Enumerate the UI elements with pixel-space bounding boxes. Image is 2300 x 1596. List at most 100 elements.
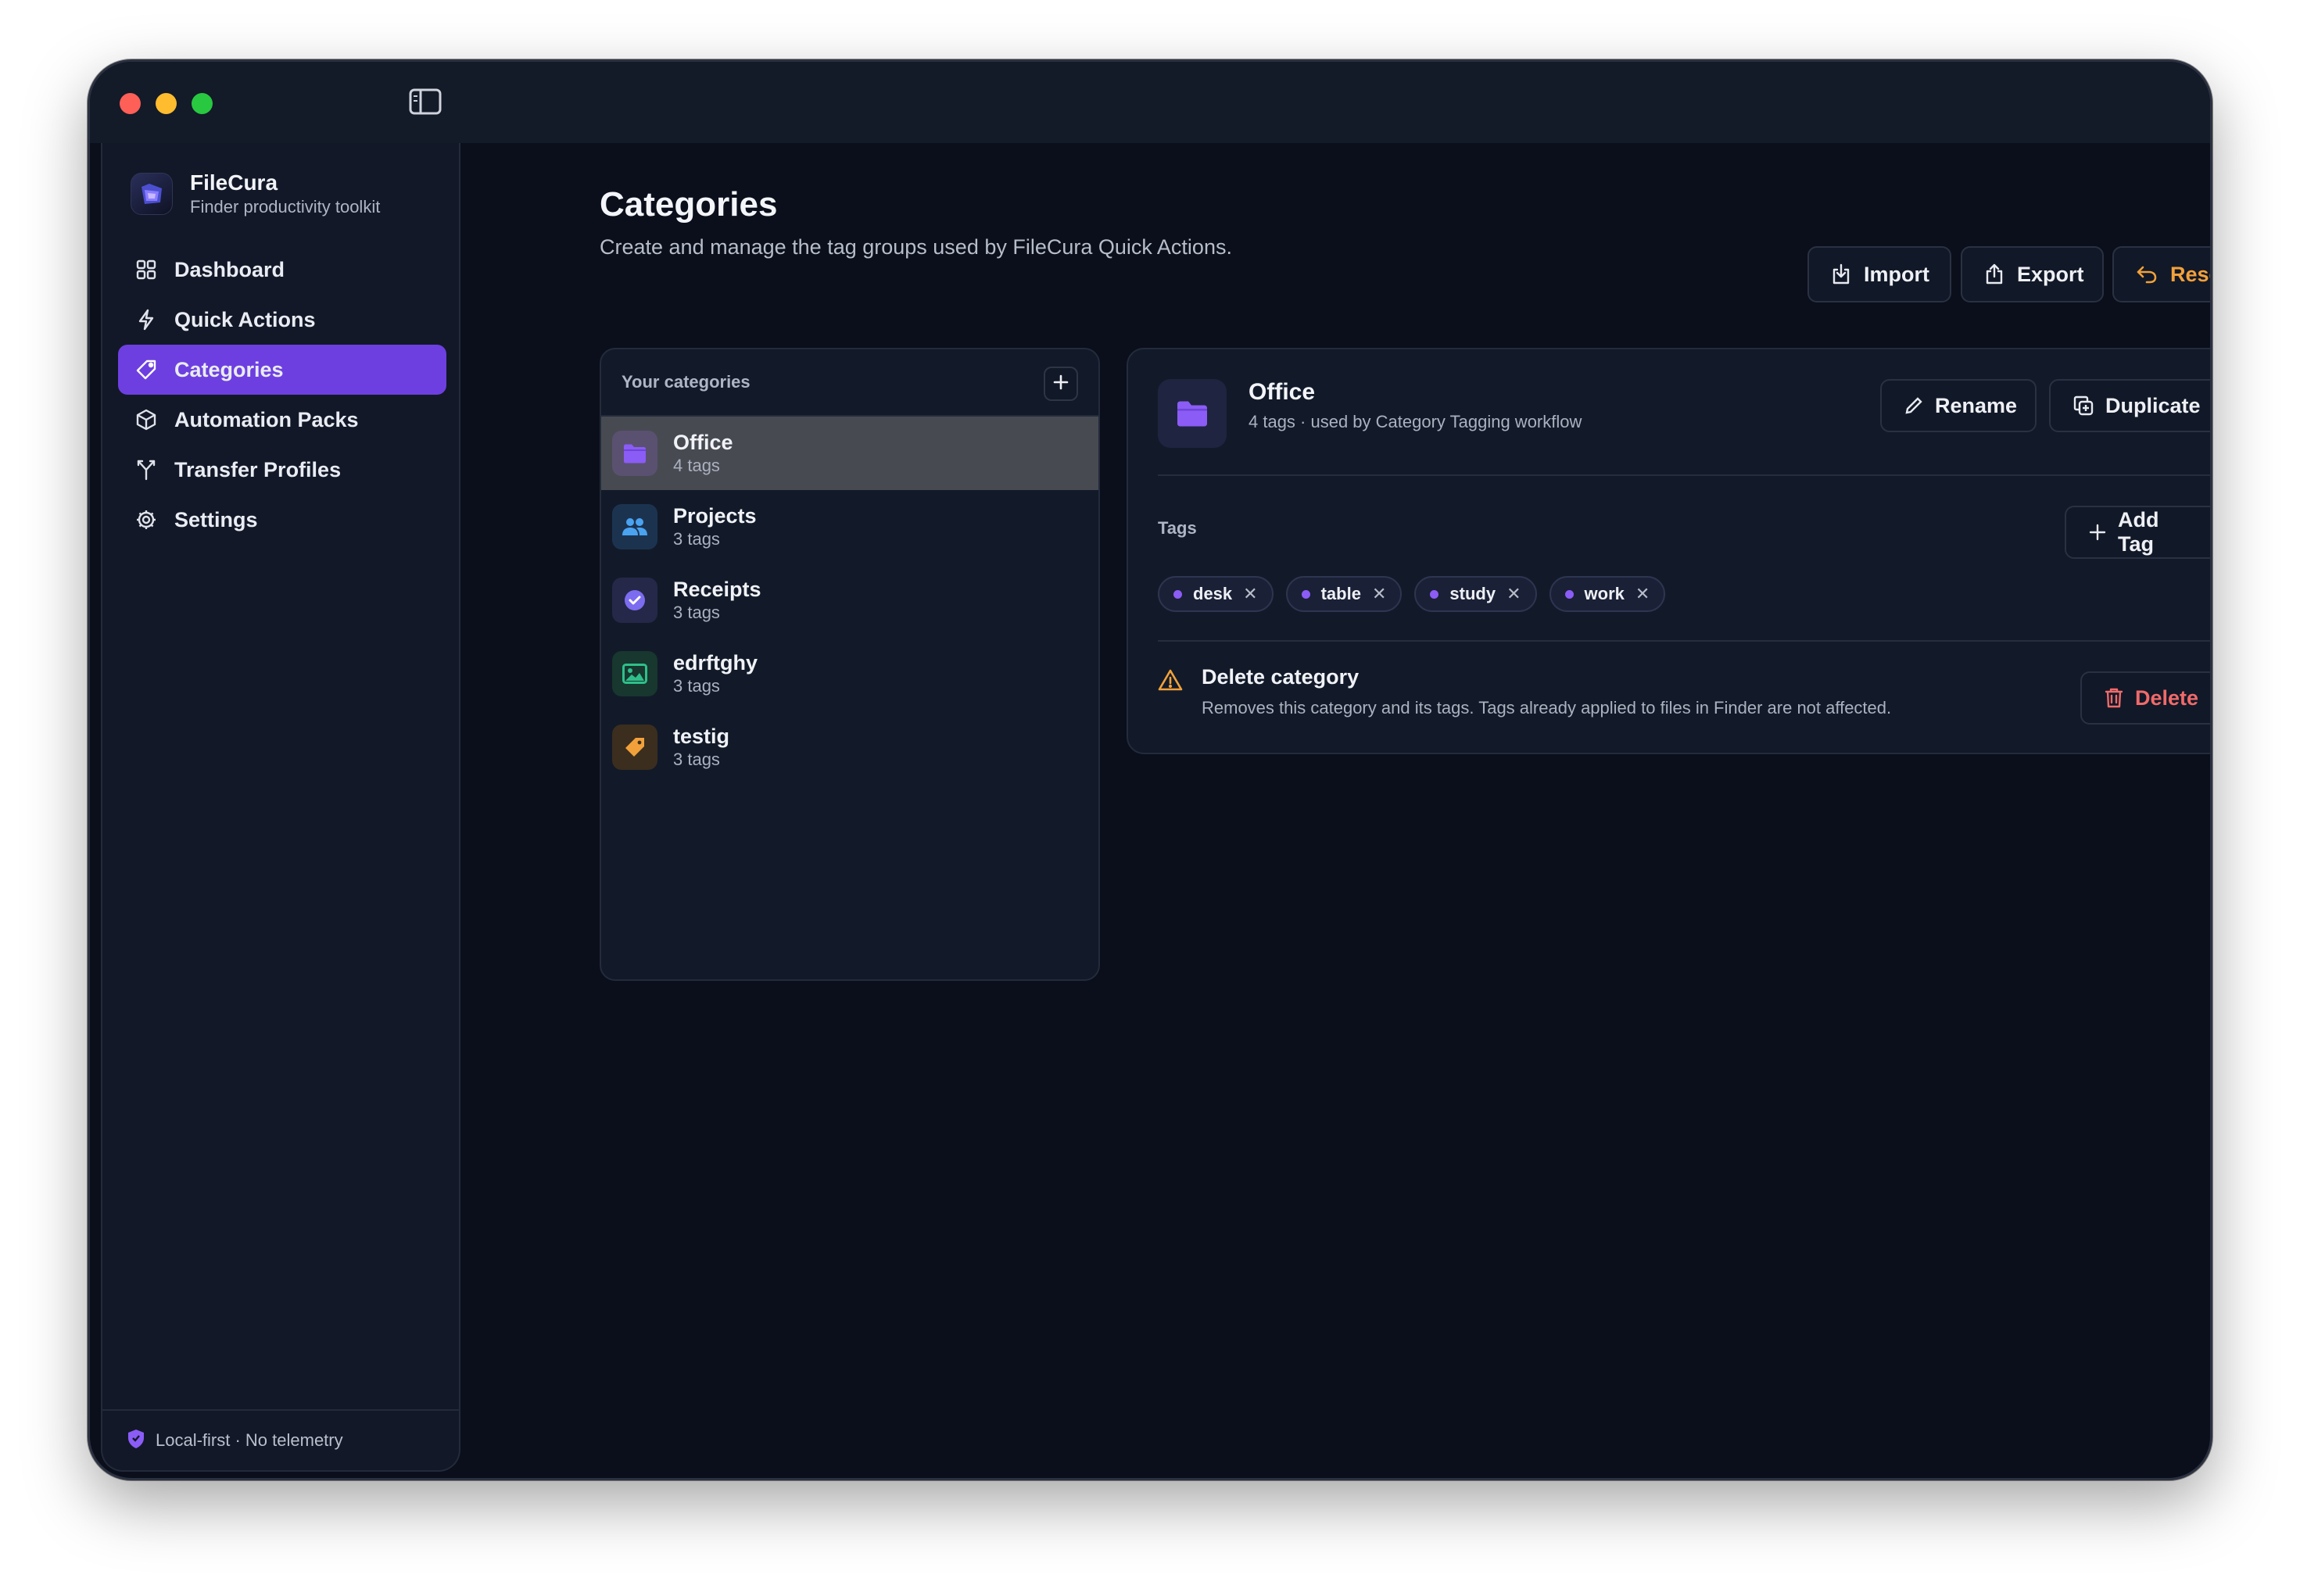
remove-tag-icon[interactable]: ✕ xyxy=(1243,585,1257,603)
tag-chip[interactable]: table ✕ xyxy=(1285,576,1403,612)
tag-icon xyxy=(135,359,157,381)
detail-category-meta: 4 tags · used by Category Tagging workfl… xyxy=(1249,412,1582,431)
export-button[interactable]: Export xyxy=(1961,246,2104,302)
duplicate-label: Duplicate xyxy=(2105,393,2201,417)
add-tag-label: Add Tag xyxy=(2118,508,2159,556)
categories-panel-title: Your categories xyxy=(622,372,751,392)
sidebar-item-transfer-profiles[interactable]: Transfer Profiles xyxy=(118,445,446,495)
minimize-window-button[interactable] xyxy=(156,93,177,114)
add-tag-button[interactable]: Add Tag xyxy=(2065,506,2210,559)
app-window: FileCura Finder productivity toolkit Das… xyxy=(88,59,2212,1480)
category-count: 3 tags xyxy=(673,750,720,769)
category-detail-panel: Office 4 tags · used by Category Tagging… xyxy=(1127,348,2210,754)
sidebar-item-dashboard[interactable]: Dashboard xyxy=(118,245,446,295)
main-content: Categories Create and manage the tag gro… xyxy=(462,143,2210,1478)
reset-button[interactable]: Reset xyxy=(2112,246,2210,302)
remove-tag-icon[interactable]: ✕ xyxy=(1372,585,1386,603)
sidebar-toggle-icon[interactable] xyxy=(409,88,442,115)
tag-chip[interactable]: work ✕ xyxy=(1549,576,1666,612)
sidebar-item-quick-actions[interactable]: Quick Actions xyxy=(118,295,446,345)
sidebar-item-label: Transfer Profiles xyxy=(174,457,342,481)
remove-tag-icon[interactable]: ✕ xyxy=(1506,585,1521,603)
category-row-edrftghy[interactable]: edrftghy 3 tags xyxy=(601,637,1098,710)
category-count: 3 tags xyxy=(673,529,720,549)
brand: FileCura Finder productivity toolkit xyxy=(131,166,380,221)
trash-icon xyxy=(2104,687,2124,709)
categories-panel: Your categories Office 4 tags Projects 3… xyxy=(600,348,1100,981)
sidebar-item-automation-packs[interactable]: Automation Packs xyxy=(118,395,446,445)
category-row-testig[interactable]: testig 3 tags xyxy=(601,710,1098,784)
check-badge-icon xyxy=(612,578,657,623)
folder-icon xyxy=(612,431,657,476)
divider xyxy=(1158,474,2210,476)
category-name: testig xyxy=(673,725,730,748)
shield-icon xyxy=(127,1429,145,1453)
zoom-window-button[interactable] xyxy=(192,93,213,114)
folder-icon xyxy=(1158,379,1227,448)
category-count: 3 tags xyxy=(673,676,720,696)
delete-category-title: Delete category xyxy=(1202,665,1360,689)
tag-label: study xyxy=(1449,584,1496,603)
sidebar-item-label: Automation Packs xyxy=(174,407,359,431)
sidebar-nav: Dashboard Quick Actions Categories Autom… xyxy=(118,245,446,545)
cube-icon xyxy=(135,409,157,431)
grid-icon xyxy=(135,259,157,281)
tags-section-label: Tags xyxy=(1158,518,1197,538)
category-row-projects[interactable]: Projects 3 tags xyxy=(601,490,1098,564)
tag-chip[interactable]: desk ✕ xyxy=(1158,576,1274,612)
sidebar-footer: Local-first · No telemetry xyxy=(102,1409,459,1470)
plus-icon xyxy=(1052,370,1069,397)
delete-label: Delete xyxy=(2135,685,2199,710)
copy-icon xyxy=(2073,395,2094,417)
app-subtitle: Finder productivity toolkit xyxy=(190,197,381,216)
reset-label: Reset xyxy=(2170,262,2210,286)
bolt-icon xyxy=(135,309,157,331)
sidebar-item-categories[interactable]: Categories xyxy=(118,345,446,395)
add-category-button[interactable] xyxy=(1044,367,1078,401)
delete-button[interactable]: Delete xyxy=(2080,671,2210,725)
tag-dot xyxy=(1301,589,1310,599)
categories-panel-header: Your categories xyxy=(601,349,1098,417)
pencil-icon xyxy=(1904,395,1924,416)
sidebar: FileCura Finder productivity toolkit Das… xyxy=(101,143,460,1472)
tag-list: desk ✕ table ✕ study ✕ work ✕ xyxy=(1158,576,1678,612)
title-bar xyxy=(90,62,2210,143)
tag-label: table xyxy=(1320,584,1361,603)
close-window-button[interactable] xyxy=(120,93,141,114)
rename-label: Rename xyxy=(1935,393,2018,417)
category-name: Projects xyxy=(673,504,757,528)
page-subtitle: Create and manage the tag groups used by… xyxy=(600,235,1232,259)
rename-button[interactable]: Rename xyxy=(1880,379,2037,432)
image-icon xyxy=(612,651,657,696)
fork-icon xyxy=(135,459,157,481)
import-icon xyxy=(1831,263,1851,285)
gear-icon xyxy=(135,509,157,531)
category-row-office[interactable]: Office 4 tags xyxy=(601,417,1098,490)
detail-category-name: Office xyxy=(1249,379,1316,405)
tag-chip[interactable]: study ✕ xyxy=(1414,576,1537,612)
warning-icon xyxy=(1158,668,1183,696)
people-icon xyxy=(612,504,657,549)
remove-tag-icon[interactable]: ✕ xyxy=(1635,585,1650,603)
export-label: Export xyxy=(2017,262,2084,286)
export-icon xyxy=(1984,263,2004,285)
category-count: 4 tags xyxy=(673,456,720,475)
import-label: Import xyxy=(1864,262,1929,286)
tag-dot xyxy=(1564,589,1574,599)
import-button[interactable]: Import xyxy=(1807,246,1951,302)
tag-icon xyxy=(612,725,657,770)
category-name: Receipts xyxy=(673,578,761,601)
app-name: FileCura xyxy=(190,170,278,195)
category-name: Office xyxy=(673,431,733,454)
tag-dot xyxy=(1430,589,1439,599)
app-logo-icon xyxy=(131,173,173,215)
sidebar-item-label: Settings xyxy=(174,507,258,531)
tag-label: desk xyxy=(1193,584,1233,603)
divider xyxy=(1158,640,2210,642)
page-title: Categories xyxy=(600,185,778,224)
category-row-receipts[interactable]: Receipts 3 tags xyxy=(601,564,1098,637)
sidebar-item-settings[interactable]: Settings xyxy=(118,495,446,545)
category-name: edrftghy xyxy=(673,651,758,675)
duplicate-button[interactable]: Duplicate xyxy=(2049,379,2210,432)
sidebar-item-label: Categories xyxy=(174,357,284,381)
